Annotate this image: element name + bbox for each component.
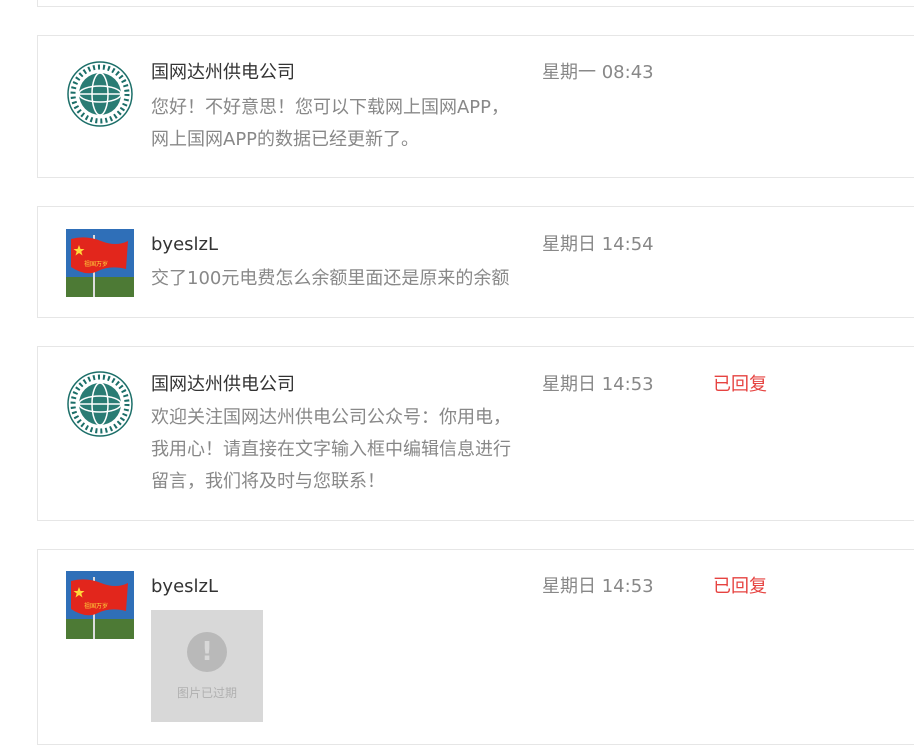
message-line: 网上国网APP的数据已经更新了。 [151,129,420,150]
message-line: 留言，我们将及时与您联系！ [151,471,385,492]
sender-name: 国网达州供电公司 [151,374,295,395]
message-line: 我用心！请直接在文字输入框中编辑信息进行 [151,439,511,460]
sender-name: byeslzL [151,234,219,255]
replied-status: 已回复 [713,374,767,395]
sender-name: 国网达州供电公司 [151,62,295,83]
message-card[interactable]: 国网达州供电公司 星期一 08:43 您好！不好意思！您可以下载网上国网APP，… [37,35,914,178]
svg-text:祖国万岁: 祖国万岁 [84,602,108,610]
exclamation-icon: ! [187,631,227,672]
message-card[interactable]: 祖国万岁 byeslzL 星期日 14:54 交了100元电费怎么余额里面还是原… [37,206,914,318]
message-card-partial [37,0,914,7]
message-text: 您好！不好意思！您可以下载网上国网APP， 网上国网APP的数据已经更新了。 [151,92,551,156]
message-card[interactable]: 国网达州供电公司 星期日 14:53 已回复 欢迎关注国网达州供电公司公众号：你… [37,346,914,521]
message-time: 星期日 14:53 [542,576,654,597]
message-line: 欢迎关注国网达州供电公司公众号：你用电， [151,407,511,428]
sender-name: byeslzL [151,576,219,597]
message-time: 星期日 14:54 [542,234,654,255]
message-time: 星期日 14:53 [542,374,654,395]
message-text: 欢迎关注国网达州供电公司公众号：你用电， 我用心！请直接在文字输入框中编辑信息进… [151,402,551,498]
svg-text:祖国万岁: 祖国万岁 [84,260,108,268]
message-time: 星期一 08:43 [542,62,654,83]
message-line: 您好！不好意思！您可以下载网上国网APP， [151,97,510,118]
replied-status: 已回复 [713,576,767,597]
china-flag-avatar: 祖国万岁 [66,229,134,297]
expired-image-placeholder[interactable]: ! 图片已过期 [151,610,263,722]
state-grid-logo-avatar [66,370,134,438]
message-line: 交了100元电费怎么余额里面还是原来的余额 [151,268,510,289]
state-grid-logo-avatar [66,60,134,128]
expired-image-label: 图片已过期 [176,685,237,700]
message-card[interactable]: 祖国万岁 byeslzL 星期日 14:53 已回复 ! 图片已过期 [37,549,914,745]
message-text: 交了100元电费怎么余额里面还是原来的余额 [151,263,571,295]
china-flag-avatar: 祖国万岁 [66,571,134,639]
